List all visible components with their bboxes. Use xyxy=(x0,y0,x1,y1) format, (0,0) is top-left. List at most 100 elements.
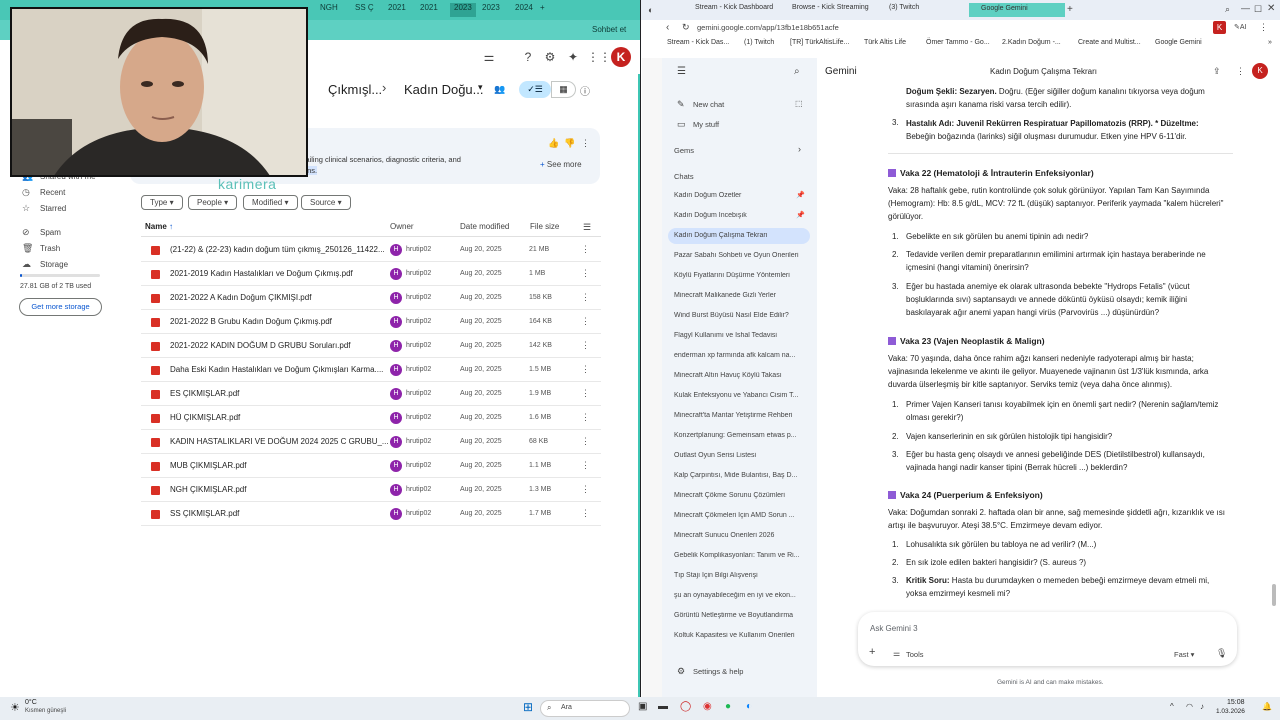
filter-icon[interactable]: ⚌ xyxy=(480,48,498,66)
chat-item[interactable]: Kadın Doğum İncebışık xyxy=(674,212,808,219)
tab-2023b[interactable]: 2023 xyxy=(482,3,500,17)
opera-icon[interactable]: ◯ xyxy=(680,701,691,712)
temporary-chat-icon[interactable]: ⬚ xyxy=(795,99,803,108)
clock-date[interactable]: 1.03.2026 xyxy=(1216,708,1245,715)
maximize-icon[interactable]: ☐ xyxy=(1254,4,1262,15)
filter-source[interactable]: Source ▾ xyxy=(301,195,351,210)
more-actions-icon[interactable]: ⋮ xyxy=(581,244,590,255)
bookmark-item[interactable]: 2.Kadın Doğum -... xyxy=(1002,39,1061,46)
new-tab-icon[interactable]: + xyxy=(1067,4,1073,15)
sidebar-item-trash[interactable]: 🗑 Trash xyxy=(22,243,60,254)
filter-type[interactable]: Type ▾ xyxy=(141,195,183,210)
model-selector[interactable]: Fast ▾ xyxy=(1174,650,1194,659)
new-chat-button[interactable]: New chat xyxy=(693,100,724,109)
breadcrumb-parent[interactable]: Çıkmışl... xyxy=(328,82,382,97)
more-actions-icon[interactable]: ⋮ xyxy=(581,436,590,447)
grid-view-toggle[interactable]: ▦ xyxy=(551,81,576,98)
file-row[interactable]: NGH ÇIKMIŞLAR.pdf Hhrutip02 Aug 20, 2025 1.… xyxy=(141,478,601,502)
chat-item[interactable]: enderman xp farmında afk kalcam na... xyxy=(674,352,808,359)
more-actions-icon[interactable]: ⋮ xyxy=(581,412,590,423)
microphone-icon[interactable]: 🎙 xyxy=(1216,648,1227,659)
tab-gemini[interactable]: Google Gemini xyxy=(969,3,1065,17)
more-actions-icon[interactable]: ⋮ xyxy=(581,508,590,519)
bookmark-item[interactable]: Türk Altis Life xyxy=(864,39,906,46)
more-actions-icon[interactable]: ⋮ xyxy=(581,340,590,351)
chat-button[interactable]: Sohbet et xyxy=(592,25,626,34)
more-actions-icon[interactable]: ⋮ xyxy=(581,268,590,279)
tab-2023a[interactable]: 2023 xyxy=(450,3,476,17)
account-avatar[interactable]: K xyxy=(611,47,631,67)
filter-modified[interactable]: Modified ▾ xyxy=(243,195,298,210)
chat-item[interactable]: Kalp Çarpıntısı, Mide Bulantısı, Baş D..… xyxy=(674,472,808,479)
thumbs-down-icon[interactable]: 👎 xyxy=(564,138,575,149)
notification-icon[interactable]: 🔔 xyxy=(1262,702,1272,711)
spotify-icon[interactable]: ● xyxy=(725,701,731,712)
search-tabs-icon[interactable]: ⌕ xyxy=(1225,4,1230,15)
search-icon[interactable]: ⌕ xyxy=(794,66,800,77)
tab-ngh[interactable]: NGH xyxy=(320,3,338,17)
more-actions-icon[interactable]: ⋮ xyxy=(581,364,590,375)
url-field[interactable]: gemini.google.com/app/13fb1e18b651acfe xyxy=(697,23,839,32)
more-actions-icon[interactable]: ⋮ xyxy=(581,484,590,495)
prompt-box[interactable]: Ask Gemini 3 + ⚌ Tools Fast ▾ 🎙 xyxy=(858,612,1237,666)
tab-twitch[interactable]: (3) Twitch xyxy=(877,4,919,18)
people-icon[interactable]: 👥 xyxy=(494,84,505,95)
bookmark-item[interactable]: Ömer Tammo - Go... xyxy=(926,39,990,46)
tab-kick-dashboard[interactable]: Stream - Kick Dashboard xyxy=(683,4,773,18)
file-row[interactable]: MUB ÇIKMIŞLAR.pdf Hhrutip02 Aug 20, 2025 1.… xyxy=(141,454,601,478)
filter-people[interactable]: People ▾ xyxy=(188,195,238,210)
weather-temp[interactable]: 0°C xyxy=(25,699,37,706)
tab-2021a[interactable]: 2021 xyxy=(388,3,406,17)
more-actions-icon[interactable]: ⋮ xyxy=(581,460,590,471)
chat-item[interactable]: Kadın Doğum Çalışma Tekrarı xyxy=(674,232,808,239)
more-icon[interactable]: ⋮ xyxy=(581,138,590,149)
file-row[interactable]: 2021-2022 KADIN DOĞUM D GRUBU Soruları.p… xyxy=(141,334,601,358)
column-date[interactable]: Date modified xyxy=(460,222,509,231)
tab-2024[interactable]: 2024 xyxy=(515,3,533,17)
bookmarks-more-icon[interactable]: » xyxy=(1268,39,1272,46)
new-tab-icon[interactable]: + xyxy=(540,3,545,17)
settings-icon[interactable]: ⚙ xyxy=(541,48,559,66)
chat-item[interactable]: Minecraft Malikanede Gizli Yerler xyxy=(674,292,808,299)
add-attachment-icon[interactable]: + xyxy=(869,646,875,658)
file-row[interactable]: Daha Eski Kadın Hastalıkları ve Doğum Çı… xyxy=(141,358,601,382)
profile-icon[interactable]: K xyxy=(1213,21,1226,34)
chat-item[interactable]: Görüntü Netleştirme ve Boyutlandırma xyxy=(674,612,808,619)
chat-item[interactable]: Koltuk Kapasitesi ve Kullanım Önerileri xyxy=(674,632,808,639)
chrome-icon[interactable]: ◉ xyxy=(703,701,712,712)
list-view-toggle[interactable]: ✓☰ xyxy=(519,81,551,98)
chat-item[interactable]: Tıp Stajı İçin Bilgi Alışverişi xyxy=(674,572,808,579)
bookmark-item[interactable]: Stream - Kick Das... xyxy=(667,39,729,46)
chat-item[interactable]: Outlast Oyun Serisi Listesi xyxy=(674,452,808,459)
see-more-button[interactable]: + See more xyxy=(540,160,582,169)
sort-options-icon[interactable]: ☰ xyxy=(583,222,591,233)
gemini-brand[interactable]: Gemini xyxy=(825,66,857,77)
start-icon[interactable]: ⊞ xyxy=(523,700,533,714)
sidebar-item-spam[interactable]: ⊘ Spam xyxy=(22,227,61,238)
bookmark-item[interactable]: Create and Multist... xyxy=(1078,39,1141,46)
file-row[interactable]: 2021-2022 A Kadın Doğum ÇIKMIŞI.pdf Hhrut… xyxy=(141,286,601,310)
chat-item[interactable]: Kulak Enfeksiyonu ve Yabancı Cisim T... xyxy=(674,392,808,399)
chat-item[interactable]: şu an oynayabileceğim en iyi ve ekon... xyxy=(674,592,808,599)
chat-item[interactable]: Köylü Fiyatlarını Düşürme Yöntemleri xyxy=(674,272,808,279)
file-row[interactable]: 2021-2019 Kadın Hastalıkları ve Doğum Çı… xyxy=(141,262,601,286)
minimize-icon[interactable]: — xyxy=(1241,3,1250,13)
tray-chevron-icon[interactable]: ^ xyxy=(1170,702,1174,711)
edge-icon[interactable]: ◐ xyxy=(746,701,752,712)
my-stuff-button[interactable]: My stuff xyxy=(693,120,719,129)
bookmark-item[interactable]: Google Gemini xyxy=(1155,39,1202,46)
file-row[interactable]: (21-22) & (22-23) kadın doğum tüm çıkmış… xyxy=(141,238,601,262)
ai-button[interactable]: ✎AI xyxy=(1234,23,1246,31)
reload-icon[interactable]: ↻ xyxy=(682,22,690,33)
file-row[interactable]: HÜ ÇIKMIŞLAR.pdf Hhrutip02 Aug 20, 2025 1.6… xyxy=(141,406,601,430)
chat-item[interactable]: Konzertplanung: Gemeinsam etwas p... xyxy=(674,432,808,439)
column-size[interactable]: File size xyxy=(530,222,559,231)
gems-button[interactable]: Gems xyxy=(674,146,694,155)
more-options-icon[interactable]: ⋮ xyxy=(1236,66,1245,77)
thumbs-up-icon[interactable]: 👍 xyxy=(548,138,559,149)
browser-more-icon[interactable]: ⋮ xyxy=(1259,22,1268,33)
file-explorer-icon[interactable]: ▬ xyxy=(658,701,668,712)
file-row[interactable]: ES ÇIKMIŞLAR.pdf Hhrutip02 Aug 20, 2025 1.9… xyxy=(141,382,601,406)
chat-item[interactable]: Pazar Sabahı Sohbeti ve Oyun Önerileri xyxy=(674,252,808,259)
chat-item[interactable]: Minecraft Altın Havuç Köylü Takası xyxy=(674,372,808,379)
